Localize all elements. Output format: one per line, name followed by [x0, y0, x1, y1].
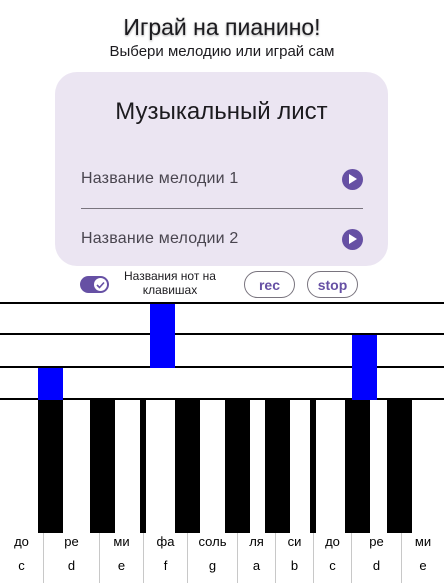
note-marker — [38, 368, 63, 400]
black-key[interactable] — [175, 400, 200, 533]
staff-line — [0, 302, 444, 304]
note-marker — [352, 335, 377, 400]
key-label-en: b — [290, 558, 299, 573]
key-label-ru: ре — [64, 534, 79, 549]
key-label-en: a — [252, 558, 261, 573]
song-title: Название мелодии 2 — [81, 230, 239, 247]
key-label-ru: до — [14, 534, 29, 549]
key-label-en: c — [18, 558, 25, 573]
black-key[interactable] — [140, 400, 146, 533]
black-key[interactable] — [225, 400, 250, 533]
black-key[interactable] — [387, 400, 412, 533]
note-marker — [150, 304, 175, 368]
key-label-ru: соль — [198, 534, 227, 549]
key-label-en: d — [67, 558, 76, 573]
play-icon[interactable] — [342, 228, 363, 250]
staff-line — [0, 333, 444, 335]
song-list-title: Музыкальный лист — [115, 98, 328, 125]
black-key[interactable] — [38, 400, 63, 533]
key-label-en: c — [329, 558, 336, 573]
app-subtitle: Выбери мелодию или играй сам — [109, 43, 335, 60]
note-names-toggle-label: Названия нот на клавишах — [124, 269, 216, 297]
stop-button[interactable]: stop — [307, 271, 358, 298]
app-title: Играй на пианино! — [123, 14, 321, 40]
key-label-ru: ля — [249, 534, 264, 549]
black-key[interactable] — [310, 400, 316, 533]
song-title: Название мелодии 1 — [81, 170, 239, 187]
key-label-ru: до — [325, 534, 340, 549]
key-label-ru: ре — [369, 534, 384, 549]
key-label-en: g — [208, 558, 217, 573]
staff-line — [0, 366, 444, 368]
rec-button[interactable]: rec — [244, 271, 295, 298]
check-icon — [94, 278, 107, 291]
black-key[interactable] — [345, 400, 370, 533]
black-key[interactable] — [265, 400, 290, 533]
key-label-ru: си — [287, 534, 302, 549]
key-label-en: e — [117, 558, 126, 573]
key-label-en: f — [163, 558, 168, 573]
key-label-en: d — [372, 558, 381, 573]
play-icon[interactable] — [342, 168, 363, 190]
song-item-2[interactable]: Название мелодии 2 — [81, 227, 363, 251]
black-key[interactable] — [90, 400, 115, 533]
key-label-ru: ми — [414, 534, 432, 549]
song-divider — [81, 208, 363, 209]
note-names-toggle[interactable] — [80, 276, 109, 293]
key-label-en: e — [419, 558, 427, 573]
key-label-ru: ми — [113, 534, 130, 549]
song-item-1[interactable]: Название мелодии 1 — [81, 167, 363, 191]
key-label-ru: фа — [156, 534, 175, 549]
song-list-card: Музыкальный лист Название мелодии 1 Назв… — [55, 72, 388, 266]
